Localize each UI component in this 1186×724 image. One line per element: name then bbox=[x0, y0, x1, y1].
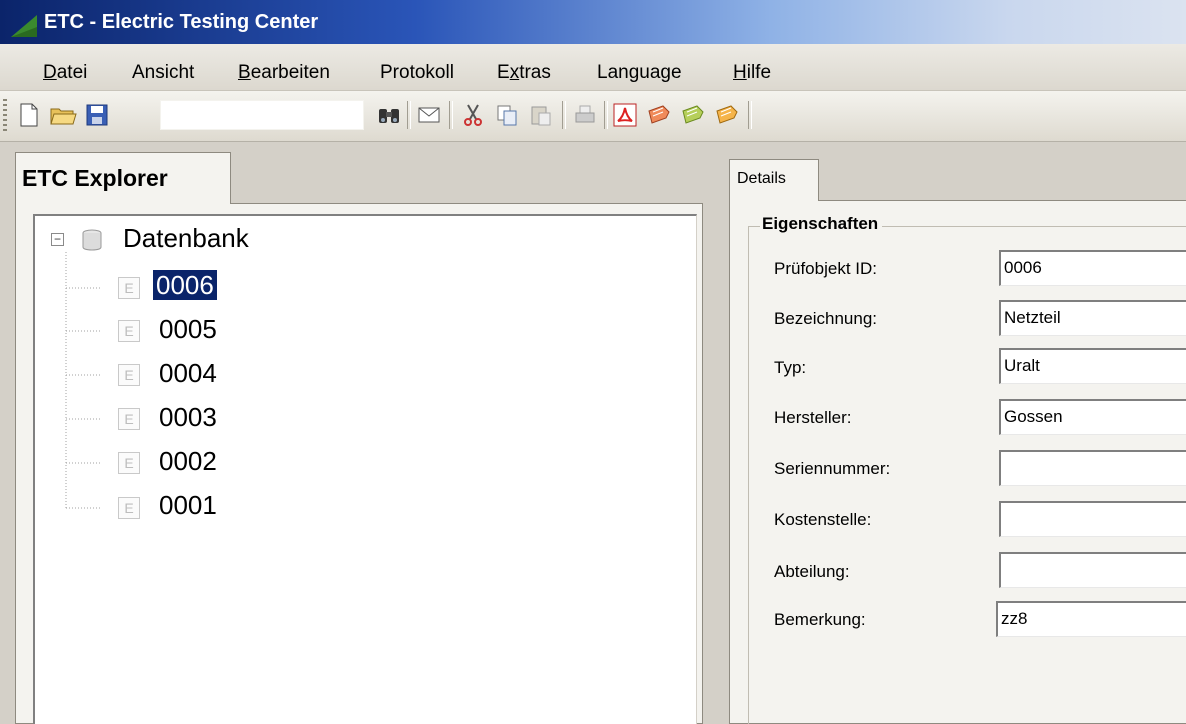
field-label-hersteller: Hersteller: bbox=[774, 408, 852, 427]
cut-icon[interactable] bbox=[458, 99, 488, 131]
menu-bar: Datei Ansicht Bearbeiten Protokoll Extra… bbox=[0, 44, 1186, 91]
tree-item-0006[interactable]: 0006 bbox=[153, 270, 217, 301]
menu-language[interactable]: Language bbox=[597, 62, 682, 84]
collapse-toggle-icon[interactable]: − bbox=[51, 233, 64, 246]
field-label-bezeichnung: Bezeichnung: bbox=[774, 309, 878, 328]
mail-icon[interactable] bbox=[414, 99, 444, 131]
menu-extras[interactable]: Extras bbox=[497, 62, 551, 84]
window-title: ETC - Electric Testing Center bbox=[44, 11, 319, 33]
tree-item-0005[interactable]: 0005 bbox=[159, 314, 217, 345]
toolbar-separator bbox=[748, 101, 752, 129]
new-file-icon[interactable] bbox=[14, 99, 44, 131]
database-icon bbox=[82, 229, 102, 251]
field-label-bemerkung: Bemerkung: bbox=[774, 610, 866, 629]
panel-splitter[interactable] bbox=[709, 142, 724, 724]
label-green-icon[interactable] bbox=[678, 99, 708, 131]
toolbar bbox=[0, 91, 1186, 142]
menu-datei[interactable]: Datei bbox=[43, 62, 87, 84]
properties-group-title: Eigenschaften bbox=[760, 214, 883, 234]
menu-ansicht[interactable]: Ansicht bbox=[132, 62, 194, 84]
copy-icon[interactable] bbox=[492, 99, 522, 131]
menu-hilfe[interactable]: Hilfe bbox=[733, 62, 771, 84]
tab-etc-explorer-label: ETC Explorer bbox=[22, 165, 168, 191]
app-logo-icon bbox=[11, 15, 37, 37]
toolbar-grip[interactable] bbox=[3, 99, 7, 133]
binoculars-icon[interactable] bbox=[374, 99, 404, 131]
entry-icon: E bbox=[118, 364, 140, 386]
entry-icon: E bbox=[118, 277, 140, 299]
tree-item-0001[interactable]: 0001 bbox=[159, 490, 217, 521]
bezeichnung-field[interactable]: Netzteil bbox=[999, 300, 1186, 336]
open-folder-icon[interactable] bbox=[48, 99, 78, 131]
toolbar-separator bbox=[407, 101, 411, 129]
toolbar-separator bbox=[604, 101, 608, 129]
print-icon[interactable] bbox=[570, 99, 600, 131]
pdf-icon[interactable] bbox=[610, 99, 640, 131]
field-label-seriennummer: Seriennummer: bbox=[774, 459, 891, 478]
tab-details-label: Details bbox=[737, 170, 786, 187]
menu-protokoll[interactable]: Protokoll bbox=[380, 62, 454, 84]
abteilung-field[interactable] bbox=[999, 552, 1186, 588]
entry-icon: E bbox=[118, 497, 140, 519]
entry-icon: E bbox=[118, 452, 140, 474]
field-label-abteilung: Abteilung: bbox=[774, 562, 850, 581]
typ-field[interactable]: Uralt bbox=[999, 348, 1186, 384]
pruefobjekt-id-field[interactable]: 0006 bbox=[999, 250, 1186, 286]
entry-icon: E bbox=[118, 408, 140, 430]
tree-item-0003[interactable]: 0003 bbox=[159, 402, 217, 433]
tree-item-0004[interactable]: 0004 bbox=[159, 358, 217, 389]
toolbar-separator bbox=[449, 101, 453, 129]
title-bar[interactable]: ETC - Electric Testing Center bbox=[0, 0, 1186, 44]
seriennummer-field[interactable] bbox=[999, 450, 1186, 486]
bemerkung-field[interactable]: zz8 bbox=[996, 601, 1186, 637]
toolbar-search-input[interactable] bbox=[160, 100, 364, 130]
save-icon[interactable] bbox=[82, 99, 112, 131]
tree-root-datenbank[interactable]: Datenbank bbox=[123, 223, 249, 254]
kostenstelle-field[interactable] bbox=[999, 501, 1186, 537]
menu-bearbeiten[interactable]: Bearbeiten bbox=[238, 62, 330, 84]
toolbar-separator bbox=[562, 101, 566, 129]
tree-item-label: 0006 bbox=[153, 270, 217, 300]
paste-icon[interactable] bbox=[526, 99, 556, 131]
field-label-kostenstelle: Kostenstelle: bbox=[774, 510, 872, 529]
entry-icon: E bbox=[118, 320, 140, 342]
label-orange-icon[interactable] bbox=[712, 99, 742, 131]
field-label-pruefobjekt-id: Prüfobjekt ID: bbox=[774, 259, 877, 278]
label-red-icon[interactable] bbox=[644, 99, 674, 131]
tree-item-0002[interactable]: 0002 bbox=[159, 446, 217, 477]
field-label-typ: Typ: bbox=[774, 358, 807, 377]
hersteller-field[interactable]: Gossen bbox=[999, 399, 1186, 435]
